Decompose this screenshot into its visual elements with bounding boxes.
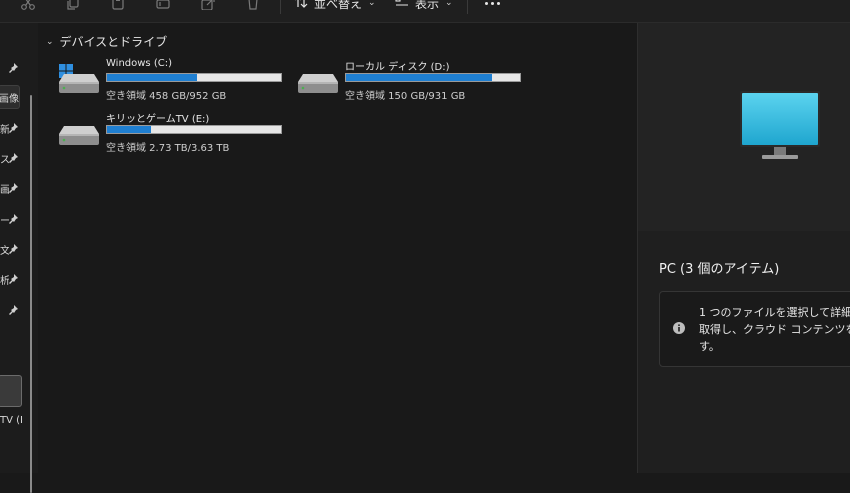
info-message: 1 つのファイルを選択して詳細情 取得し、クラウド コンテンツを共 す。 — [659, 291, 850, 367]
monitor-icon — [740, 91, 820, 159]
drive-e[interactable]: キリッとゲームTV (E:) 空き領域 2.73 TB/3.63 TB — [59, 110, 289, 158]
chevron-down-icon: ⌄ — [368, 0, 376, 8]
usage-bar — [106, 125, 282, 134]
cut-icon[interactable] — [20, 0, 36, 11]
drive-name: キリッとゲームTV (E:) — [106, 114, 210, 125]
navigation-pane: 画像 新 ス 画 ー 文 析 TV (E — [0, 23, 38, 493]
paste-icon[interactable] — [110, 0, 126, 11]
pin-icon — [9, 183, 18, 193]
nav-item-pinned-3[interactable]: 新 — [0, 117, 22, 139]
free-space-text: 空き領域 458 GB/952 GB — [106, 91, 227, 102]
pin-icon — [9, 274, 18, 284]
pin-icon — [9, 305, 18, 315]
pin-icon — [9, 63, 18, 73]
more-options-button[interactable] — [482, 0, 502, 10]
details-pane: PC (3 個のアイテム) 1 つのファイルを選択して詳細情 取得し、クラウド … — [637, 23, 850, 473]
nav-item-pinned-9[interactable] — [0, 299, 22, 321]
nav-scrollbar[interactable] — [30, 95, 32, 493]
nav-drive-icon[interactable] — [0, 375, 22, 407]
copy-icon[interactable] — [65, 0, 81, 11]
content-area: ⌄ デバイスとドライブ Windows (C:) 空き領域 458 GB/952… — [38, 23, 636, 473]
sort-icon — [294, 0, 308, 12]
nav-item-pinned-1[interactable] — [0, 57, 22, 79]
drive-c[interactable]: Windows (C:) 空き領域 458 GB/952 GB — [59, 58, 289, 106]
nav-item-drive-e[interactable]: TV (E — [0, 415, 22, 426]
nav-item-pictures[interactable]: 画像 — [0, 85, 20, 109]
nav-item-pinned-4[interactable]: ス — [0, 147, 22, 169]
devices-group-header[interactable]: ⌄ デバイスとドライブ — [46, 33, 167, 50]
pin-icon — [9, 123, 18, 133]
view-button[interactable]: 表示 ⌄ — [395, 0, 453, 12]
delete-icon[interactable] — [245, 0, 261, 11]
free-space-text: 空き領域 2.73 TB/3.63 TB — [106, 143, 230, 154]
info-icon — [673, 322, 685, 334]
details-title: PC (3 個のアイテム) — [659, 262, 780, 277]
chevron-down-icon: ⌄ — [445, 0, 453, 8]
sort-label: 並べ替え — [314, 0, 363, 11]
rename-icon[interactable] — [155, 0, 171, 11]
hard-drive-icon — [298, 74, 338, 93]
drive-name: ローカル ディスク (D:) — [345, 62, 450, 73]
nav-item-pinned-7[interactable]: 文 — [0, 238, 22, 260]
info-text: 1 つのファイルを選択して詳細情 取得し、クラウド コンテンツを共 す。 — [699, 306, 850, 353]
usage-bar — [106, 73, 282, 82]
share-icon[interactable] — [200, 0, 216, 11]
view-icon — [395, 0, 409, 12]
free-space-text: 空き領域 150 GB/931 GB — [345, 91, 466, 102]
pin-icon — [9, 153, 18, 163]
usage-fill — [346, 74, 493, 81]
command-bar: 並べ替え ⌄ 表示 ⌄ — [0, 0, 850, 23]
usage-fill — [107, 74, 198, 81]
sort-button[interactable]: 並べ替え ⌄ — [294, 0, 376, 12]
usage-bar — [345, 73, 521, 82]
chevron-down-icon: ⌄ — [46, 36, 54, 47]
usage-fill — [107, 126, 151, 133]
nav-item-pinned-5[interactable]: 画 — [0, 177, 22, 199]
preview-area — [638, 23, 850, 231]
windows-drive-icon — [59, 64, 99, 93]
toolbar-separator — [467, 0, 468, 14]
drive-name: Windows (C:) — [106, 58, 172, 69]
toolbar-separator — [280, 0, 281, 14]
pin-icon — [9, 244, 18, 254]
view-label: 表示 — [415, 0, 440, 11]
hard-drive-icon — [59, 126, 99, 145]
pin-icon — [9, 214, 18, 224]
nav-item-pinned-8[interactable]: 析 — [0, 268, 22, 290]
drive-d[interactable]: ローカル ディスク (D:) 空き領域 150 GB/931 GB — [298, 58, 528, 106]
nav-item-pinned-6[interactable]: ー — [0, 208, 22, 230]
group-title: デバイスとドライブ — [59, 35, 168, 49]
